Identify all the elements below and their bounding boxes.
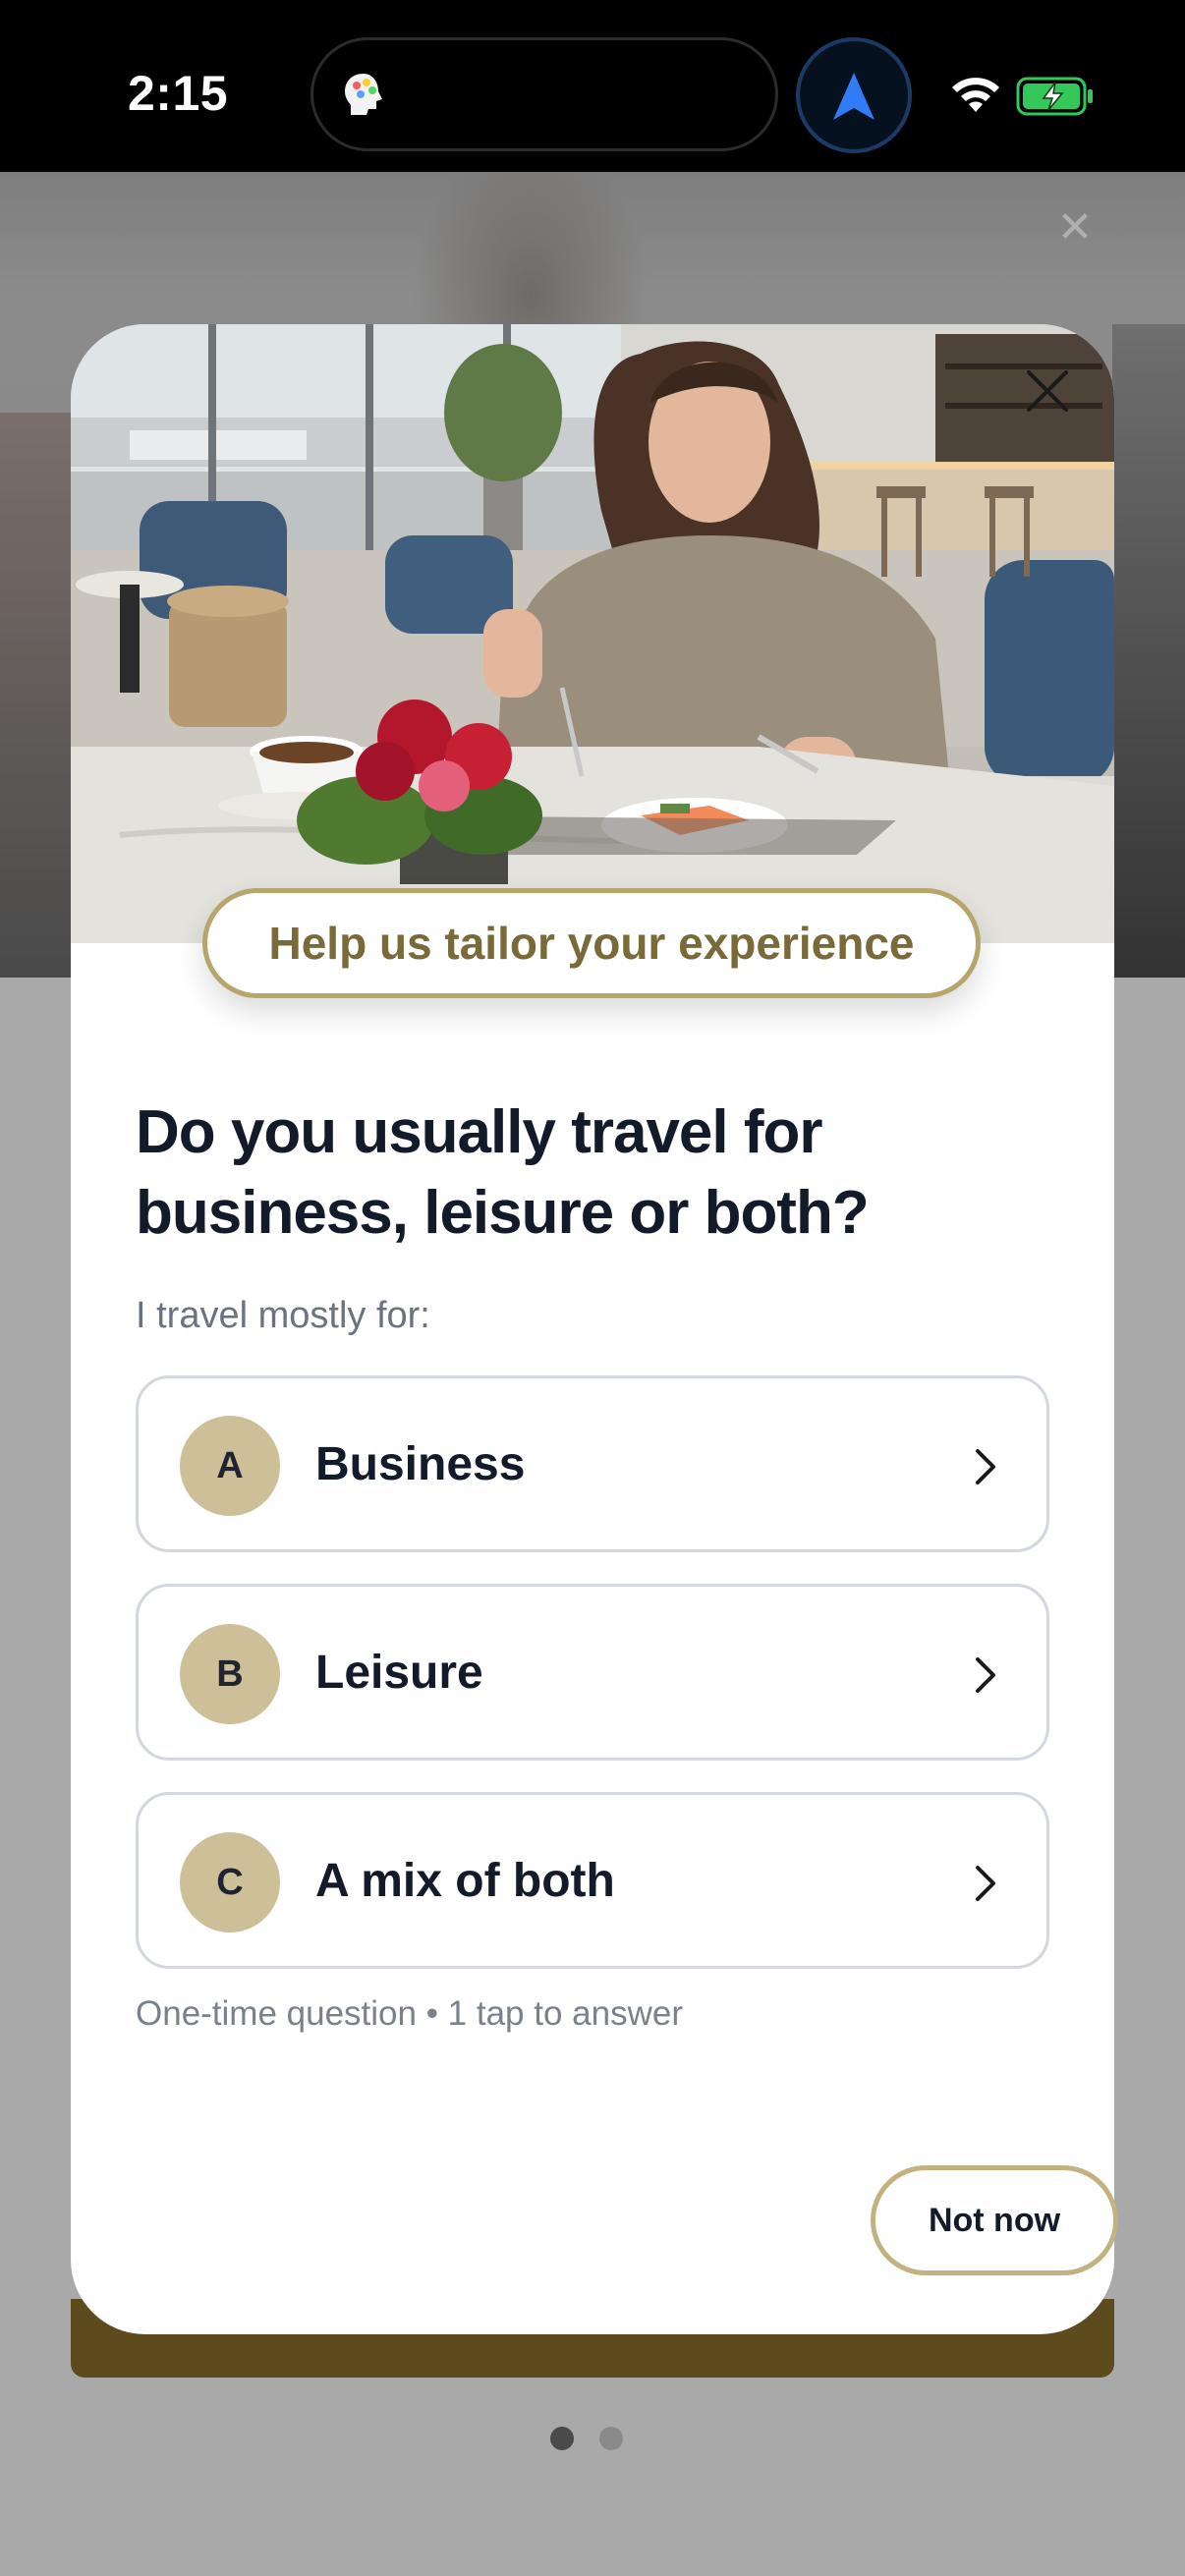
dynamic-island bbox=[310, 37, 778, 151]
close-button[interactable] bbox=[1016, 360, 1079, 422]
option-label: Business bbox=[315, 1437, 526, 1490]
option-mix[interactable]: C A mix of both bbox=[136, 1792, 1049, 1969]
tailor-tag: Help us tailor your experience bbox=[202, 888, 981, 998]
page-indicator bbox=[550, 2427, 623, 2450]
option-letter-badge: C bbox=[180, 1832, 280, 1932]
location-arrow-icon bbox=[833, 73, 875, 120]
option-label: Leisure bbox=[315, 1646, 483, 1699]
option-letter-badge: A bbox=[180, 1416, 280, 1516]
not-now-button[interactable]: Not now bbox=[871, 2165, 1118, 2275]
option-label: A mix of both bbox=[315, 1854, 615, 1907]
status-time: 2:15 bbox=[128, 66, 229, 121]
question-title: Do you usually travel for business, leis… bbox=[136, 1098, 870, 1247]
app-icon bbox=[345, 74, 382, 115]
option-letter-badge: B bbox=[180, 1624, 280, 1724]
chevron-right-icon bbox=[976, 1866, 995, 1901]
question-subtitle: I travel mostly for: bbox=[136, 1295, 430, 1336]
chevron-right-icon bbox=[976, 1449, 995, 1484]
lounge-photo bbox=[71, 324, 1114, 943]
hero-image bbox=[71, 324, 1114, 943]
chevron-right-icon bbox=[976, 1657, 995, 1693]
location-indicator bbox=[796, 37, 912, 153]
page-dot bbox=[599, 2427, 623, 2450]
wifi-icon bbox=[952, 78, 999, 112]
option-business[interactable]: A Business bbox=[136, 1375, 1049, 1552]
survey-modal: Help us tailor your experience Do you us… bbox=[71, 324, 1118, 2334]
option-leisure[interactable]: B Leisure bbox=[136, 1584, 1049, 1761]
answer-hint: One-time question • 1 tap to answer bbox=[136, 1994, 683, 2033]
background-close-icon: ✕ bbox=[1056, 203, 1094, 252]
battery-charging-icon bbox=[1016, 77, 1093, 116]
page-dot-active bbox=[550, 2427, 574, 2450]
status-bar: 2:15 bbox=[0, 0, 1185, 172]
close-icon bbox=[1027, 370, 1068, 412]
